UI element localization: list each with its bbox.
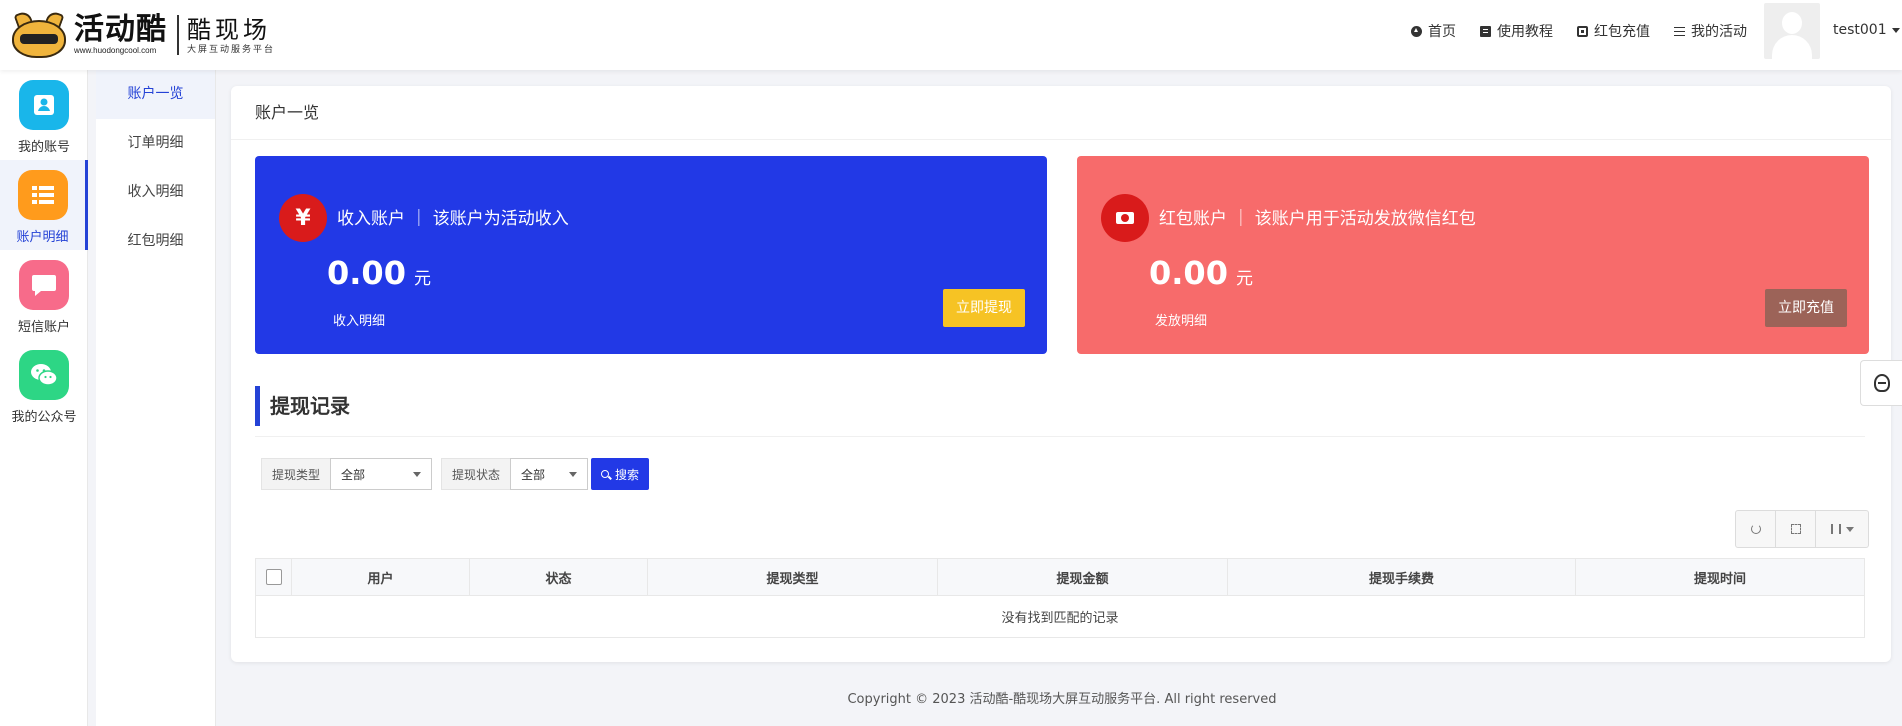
chevron-down-icon bbox=[569, 471, 578, 477]
section-divider bbox=[255, 436, 1865, 437]
filter-withdraw-status: 提现状态 全部 bbox=[441, 458, 589, 490]
search-button[interactable]: 搜索 bbox=[591, 458, 650, 490]
sidebar-label-official-account: 我的公众号 bbox=[11, 410, 77, 425]
book-icon bbox=[1480, 25, 1491, 37]
home-icon bbox=[1411, 25, 1422, 37]
mascot-icon bbox=[10, 9, 68, 58]
fullscreen-icon bbox=[1790, 524, 1801, 534]
income-card-title: 收入账户 ｜ 该账户为活动收入 bbox=[337, 209, 569, 229]
income-account-card: ¥ 收入账户 ｜ 该账户为活动收入 0.00 元 收入明细 立即提现 bbox=[255, 156, 1047, 354]
redpacket-card-title: 红包账户 ｜ 该账户用于活动发放微信红包 bbox=[1159, 209, 1476, 229]
select-all-checkbox[interactable] bbox=[265, 569, 282, 585]
brand-logo[interactable]: 活动酷 www.huodongcool.com 酷现场 大屏互动服务平台 bbox=[10, 8, 275, 62]
sidebar-item-account-detail[interactable]: 账户明细 bbox=[0, 160, 88, 250]
fullscreen-button[interactable] bbox=[1776, 511, 1816, 547]
nav-recharge[interactable]: 红包充值 bbox=[1577, 21, 1650, 41]
withdraw-button[interactable]: 立即提现 bbox=[943, 289, 1025, 327]
nav-my-activities-label: 我的活动 bbox=[1691, 24, 1747, 40]
chevron-down-icon bbox=[1891, 27, 1900, 33]
top-header: 活动酷 www.huodongcool.com 酷现场 大屏互动服务平台 首页 … bbox=[0, 0, 1902, 70]
chevron-down-icon bbox=[1845, 526, 1854, 532]
brand-name: 活动酷 bbox=[74, 12, 167, 47]
nav-recharge-label: 红包充值 bbox=[1594, 24, 1650, 40]
withdraw-status-select[interactable]: 全部 bbox=[510, 458, 589, 490]
nav-home-label: 首页 bbox=[1428, 24, 1456, 40]
user-name: test001 bbox=[1833, 22, 1887, 38]
income-amount-unit: 元 bbox=[413, 269, 431, 289]
columns-toggle-button[interactable] bbox=[1816, 511, 1868, 547]
qq-icon bbox=[1873, 374, 1890, 392]
top-nav: 首页 使用教程 红包充值 我的活动 bbox=[1387, 0, 1747, 62]
income-detail-link[interactable]: 收入明细 bbox=[333, 310, 385, 329]
page-title: 账户一览 bbox=[231, 86, 1891, 140]
nav-tutorial[interactable]: 使用教程 bbox=[1480, 21, 1553, 41]
chevron-down-icon bbox=[413, 471, 422, 477]
section-title: 提现记录 bbox=[255, 386, 350, 426]
income-amount: 0.00 元 bbox=[327, 254, 431, 292]
wechat-icon bbox=[19, 350, 69, 400]
user-menu[interactable]: test001 bbox=[1833, 22, 1900, 38]
sidebar-item-official-account[interactable]: 我的公众号 bbox=[0, 340, 88, 430]
sidebar-label-sms-account: 短信账户 bbox=[17, 320, 70, 335]
redpacket-amount-value: 0.00 bbox=[1149, 254, 1228, 292]
card-icon bbox=[1577, 25, 1588, 37]
main-panel: 账户一览 ¥ 收入账户 ｜ 该账户为活动收入 0.00 元 收入明细 立即提现 红… bbox=[231, 86, 1891, 662]
redpacket-amount: 0.00 元 bbox=[1149, 254, 1253, 292]
payout-detail-link[interactable]: 发放明细 bbox=[1155, 310, 1207, 329]
nav-home[interactable]: 首页 bbox=[1411, 21, 1456, 41]
withdraw-type-value: 全部 bbox=[341, 467, 366, 482]
refresh-button[interactable] bbox=[1736, 511, 1776, 547]
columns-icon bbox=[1830, 524, 1841, 534]
yuan-icon: ¥ bbox=[279, 194, 327, 242]
user-card-icon bbox=[19, 80, 69, 130]
brand-tagline: 大屏互动服务平台 bbox=[187, 45, 276, 55]
search-button-label: 搜索 bbox=[615, 467, 640, 482]
subnav-income-detail[interactable]: 收入明细 bbox=[96, 168, 215, 217]
redpacket-account-card: 红包账户 ｜ 该账户用于活动发放微信红包 0.00 元 发放明细 立即充值 bbox=[1077, 156, 1869, 354]
col-withdraw-amount[interactable]: 提现金额 bbox=[937, 558, 1228, 596]
cash-icon bbox=[1101, 194, 1149, 242]
records-table: 用户 状态 提现类型 提现金额 提现手续费 提现时间 没有找到匹配的记录 bbox=[255, 558, 1865, 638]
primary-sidebar: 我的账号 账户明细 短信账户 我的公众号 bbox=[0, 70, 88, 726]
list-icon bbox=[1674, 26, 1685, 37]
filter-status-label: 提现状态 bbox=[441, 458, 511, 490]
income-amount-value: 0.00 bbox=[327, 254, 406, 292]
sidebar-label-my-account: 我的账号 bbox=[17, 140, 70, 155]
subnav-account-overview[interactable]: 账户一览 bbox=[96, 70, 215, 119]
col-user[interactable]: 用户 bbox=[291, 558, 470, 596]
col-withdraw-type[interactable]: 提现类型 bbox=[647, 558, 938, 596]
brand-subtitle: 酷现场 bbox=[187, 16, 271, 44]
refresh-icon bbox=[1750, 524, 1761, 534]
secondary-sidebar: 账户一览 订单明细 收入明细 红包明细 bbox=[96, 70, 216, 726]
redpacket-amount-unit: 元 bbox=[1235, 269, 1253, 289]
sidebar-item-sms-account[interactable]: 短信账户 bbox=[0, 250, 88, 340]
withdraw-type-select[interactable]: 全部 bbox=[330, 458, 433, 490]
recharge-button[interactable]: 立即充值 bbox=[1765, 289, 1847, 327]
avatar[interactable] bbox=[1764, 3, 1820, 59]
filter-withdraw-type: 提现类型 全部 bbox=[261, 458, 433, 490]
subnav-redpacket-detail[interactable]: 红包明细 bbox=[96, 217, 215, 266]
search-icon bbox=[601, 470, 609, 478]
nav-my-activities[interactable]: 我的活动 bbox=[1674, 21, 1747, 41]
filter-type-label: 提现类型 bbox=[261, 458, 331, 490]
chat-bubble-icon bbox=[19, 260, 69, 310]
col-withdraw-time[interactable]: 提现时间 bbox=[1575, 558, 1865, 596]
sidebar-item-my-account[interactable]: 我的账号 bbox=[0, 70, 88, 160]
col-withdraw-fee[interactable]: 提现手续费 bbox=[1227, 558, 1576, 596]
withdraw-status-value: 全部 bbox=[521, 467, 546, 482]
brand-url: www.huodongcool.com bbox=[74, 46, 157, 55]
sidebar-label-account-detail: 账户明细 bbox=[16, 230, 69, 245]
nav-tutorial-label: 使用教程 bbox=[1497, 24, 1553, 40]
logo-divider bbox=[177, 15, 179, 55]
select-all-cell bbox=[255, 558, 292, 596]
table-icon bbox=[17, 170, 68, 220]
empty-message: 没有找到匹配的记录 bbox=[255, 595, 1865, 638]
qq-support-button[interactable] bbox=[1860, 360, 1902, 406]
table-header-row: 用户 状态 提现类型 提现金额 提现手续费 提现时间 bbox=[255, 558, 1865, 596]
table-row: 没有找到匹配的记录 bbox=[255, 595, 1865, 638]
footer-copyright: Copyright © 2023 活动酷-酷现场大屏互动服务平台. All ri… bbox=[847, 692, 1277, 707]
col-status[interactable]: 状态 bbox=[469, 558, 648, 596]
table-toolbar bbox=[1735, 510, 1869, 548]
subnav-order-detail[interactable]: 订单明细 bbox=[96, 119, 215, 168]
